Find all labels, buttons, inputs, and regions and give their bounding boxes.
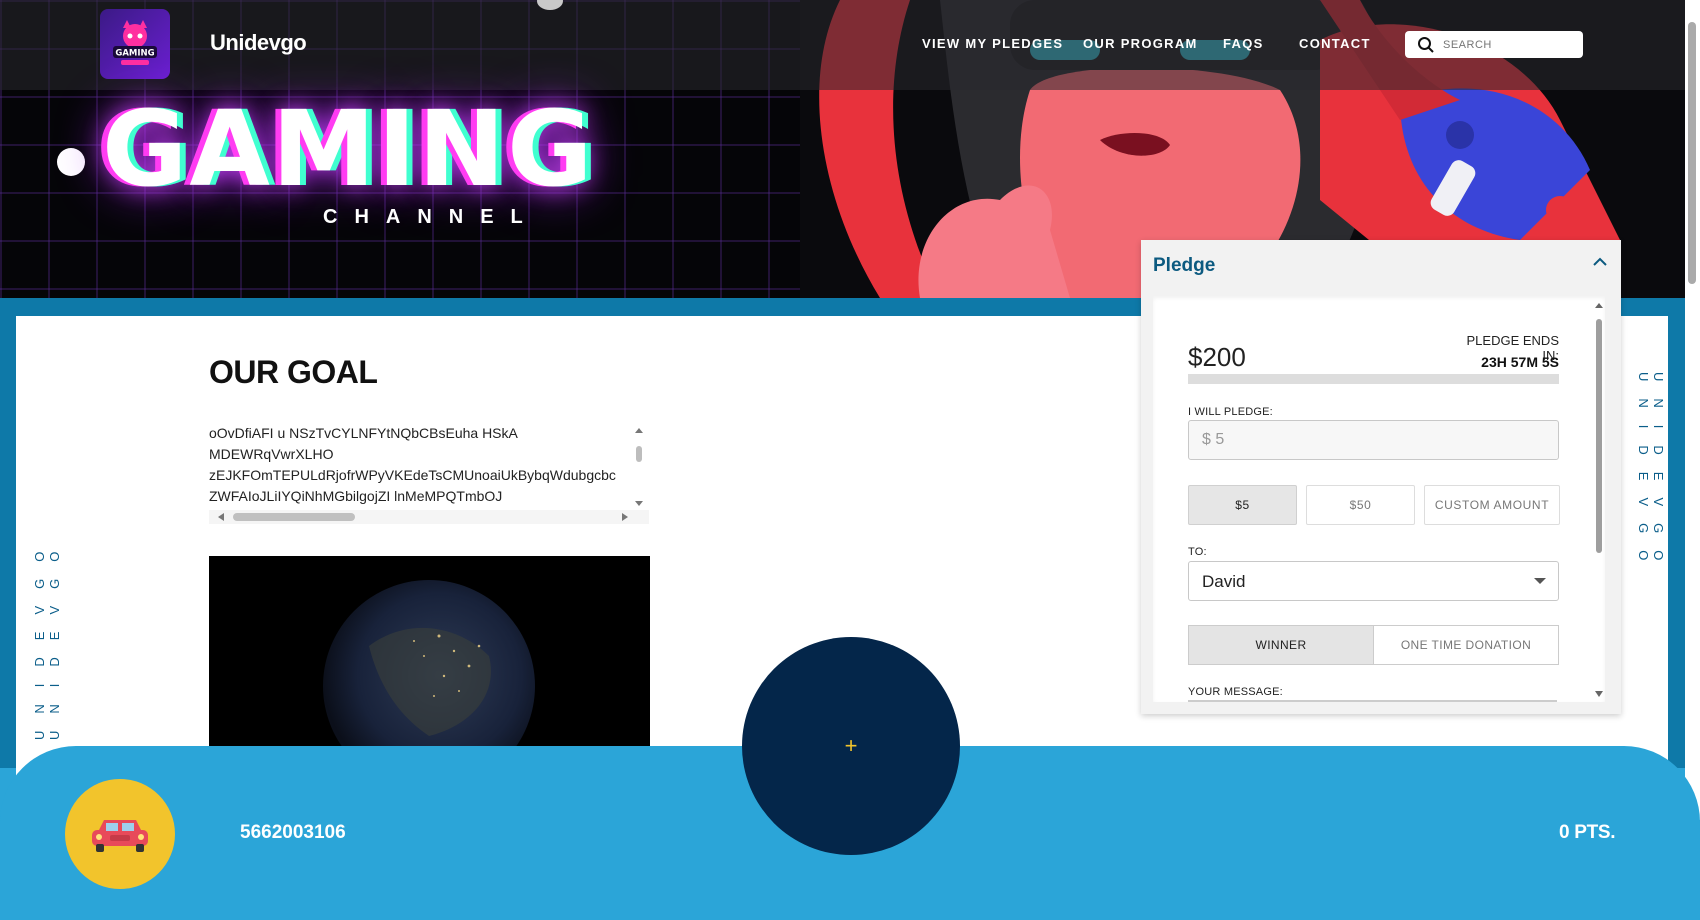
pledge-progress-bar [1188, 374, 1559, 384]
nav-view-my-pledges[interactable]: VIEW MY PLEDGES [922, 36, 1063, 51]
to-label: TO: [1188, 546, 1207, 558]
car-icon [92, 820, 148, 852]
chevron-up-icon[interactable] [1592, 256, 1608, 268]
your-message-label: YOUR MESSAGE: [1188, 686, 1283, 698]
pledge-panel-scrollbar[interactable] [1594, 303, 1604, 699]
pledge-amount-value: $ 5 [1202, 431, 1225, 448]
hero-subtitle: CHANNEL [323, 206, 540, 228]
nav-our-program[interactable]: OUR PROGRAM [1083, 36, 1198, 51]
winner-toggle[interactable]: WINNER [1188, 625, 1374, 665]
message-field-top[interactable] [1188, 700, 1557, 702]
pledge-title: Pledge [1153, 255, 1216, 276]
logo-text: GAMING [115, 49, 154, 59]
search-input[interactable] [1441, 37, 1575, 52]
goal-vertical-scrollbar[interactable] [634, 428, 644, 506]
points-counter: 0 PTS. [1559, 822, 1616, 843]
side-vertical-text-right: UNIDEVGO UNIDEVGO [1636, 372, 1666, 578]
search-icon [1418, 36, 1434, 53]
custom-amount-button[interactable]: CUSTOM AMOUNT [1424, 485, 1560, 525]
earth-image [209, 556, 650, 746]
nav-contact[interactable]: CONTACT [1299, 36, 1371, 51]
recipient-select[interactable]: David [1188, 561, 1559, 601]
add-button[interactable]: + [742, 637, 960, 855]
recipient-value: David [1202, 572, 1246, 591]
brand-name[interactable]: Unidevgo [210, 30, 307, 56]
pledge-total-amount: $200 [1188, 342, 1246, 372]
goal-text-line: zEJKFOmTEPULdRjofrWPyVKEdeTsCMUnoaiUkByb… [209, 467, 616, 483]
hero-title: GAMING [102, 88, 595, 210]
gamer-mascot-logo-icon: GAMING [113, 20, 157, 65]
scroll-right-arrow-icon[interactable] [621, 513, 629, 521]
page-scrollbar-thumb[interactable] [1688, 22, 1696, 284]
site-logo[interactable]: GAMING [100, 9, 170, 79]
goal-horizontal-scrollbar[interactable] [209, 510, 649, 524]
scrollbar-thumb[interactable] [233, 513, 355, 521]
decorative-dot [57, 148, 85, 176]
goal-text-line: oOvDfiAFI u NSzTvCYLNFYtNQbCBsEuha HSkA [209, 425, 518, 441]
goal-text-line: ZWFAIoJLiIYQiNhMGbilgojZI lnMeMPQTmbOJ [209, 488, 503, 504]
will-pledge-label: I WILL PLEDGE: [1188, 406, 1273, 418]
dropdown-caret-icon[interactable] [1534, 578, 1546, 584]
user-phone: 5662003106 [240, 822, 346, 843]
amount-5-button[interactable]: $5 [1188, 485, 1297, 525]
goal-title: OUR GOAL [209, 354, 378, 390]
amount-50-button[interactable]: $50 [1306, 485, 1415, 525]
user-avatar[interactable] [65, 779, 175, 889]
search-box[interactable] [1405, 31, 1583, 58]
goal-text-line: MDEWRqVwrXLHO [209, 446, 334, 462]
pledge-amount-input[interactable]: $ 5 [1188, 420, 1559, 460]
scroll-left-arrow-icon[interactable] [217, 513, 225, 521]
one-time-donation-toggle[interactable]: ONE TIME DONATION [1373, 625, 1559, 665]
page-scrollbar[interactable] [1685, 0, 1700, 820]
nav-faqs[interactable]: FAQS [1223, 36, 1264, 51]
pledge-countdown: 23H 57M 5S [1481, 354, 1559, 370]
side-vertical-text-left: UNIDEVGO UNIDEVGO [32, 534, 62, 740]
